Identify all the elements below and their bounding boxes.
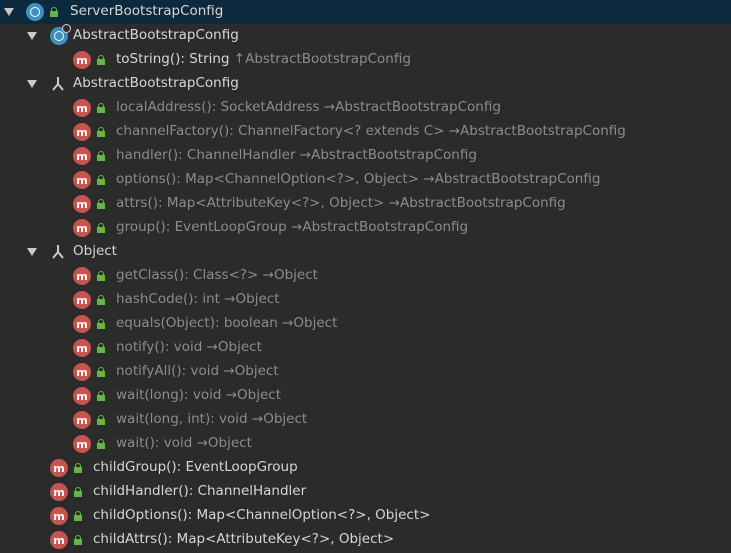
tree-method-row[interactable]: m hashCode(): int →Object — [0, 288, 731, 312]
lock-icon — [97, 367, 105, 377]
method-icon: m — [73, 219, 91, 237]
method-icon: m — [73, 195, 91, 213]
lock-icon — [74, 535, 82, 545]
group-label: AbstractBootstrapConfig — [73, 75, 239, 91]
lock-icon — [97, 271, 105, 281]
expand-arrow-icon[interactable] — [27, 80, 37, 88]
lock-icon — [97, 319, 105, 329]
tree-method-row[interactable]: m notifyAll(): void →Object — [0, 360, 731, 384]
expand-arrow-icon[interactable] — [27, 248, 37, 256]
lock-icon — [50, 7, 58, 17]
expand-arrow-icon[interactable] — [27, 32, 37, 40]
method-icon: m — [50, 507, 68, 525]
tree-method-row[interactable]: m channelFactory(): ChannelFactory<? ext… — [0, 120, 731, 144]
tree-group-row[interactable]: Object — [0, 240, 731, 264]
tree-method-row[interactable]: m attrs(): Map<AttributeKey<?>, Object> … — [0, 192, 731, 216]
method-icon: m — [73, 99, 91, 117]
method-label: options(): Map<ChannelOption<?>, Object>… — [116, 171, 601, 187]
method-icon: m — [73, 291, 91, 309]
method-label: hashCode(): int →Object — [116, 291, 280, 307]
tree-method-row[interactable]: m childGroup(): EventLoopGroup — [0, 456, 731, 480]
lock-icon — [97, 55, 105, 65]
lock-icon — [97, 127, 105, 137]
abstract-class-icon — [50, 24, 71, 45]
inherited-members-icon — [51, 244, 65, 260]
group-label: Object — [73, 243, 117, 259]
method-label: childOptions(): Map<ChannelOption<?>, Ob… — [93, 507, 431, 523]
tree-method-row[interactable]: m childHandler(): ChannelHandler — [0, 480, 731, 504]
tree-method-row[interactable]: m childAttrs(): Map<AttributeKey<?>, Obj… — [0, 528, 731, 552]
lock-icon — [97, 343, 105, 353]
lock-icon — [97, 175, 105, 185]
tree-method-row[interactable]: m notify(): void →Object — [0, 336, 731, 360]
method-icon: m — [73, 267, 91, 285]
method-label: getClass(): Class<?> →Object — [116, 267, 318, 283]
group-label: AbstractBootstrapConfig — [73, 27, 239, 43]
lock-icon — [97, 223, 105, 233]
method-icon: m — [73, 363, 91, 381]
tree-group-row[interactable]: AbstractBootstrapConfig — [0, 72, 731, 96]
method-label: notify(): void →Object — [116, 339, 262, 355]
method-icon: m — [50, 483, 68, 501]
method-label: childHandler(): ChannelHandler — [93, 483, 307, 499]
lock-icon — [97, 415, 105, 425]
method-icon: m — [73, 147, 91, 165]
method-icon: m — [73, 123, 91, 141]
expand-arrow-icon[interactable] — [4, 8, 14, 16]
lock-icon — [97, 103, 105, 113]
method-icon: m — [73, 411, 91, 429]
method-icon: m — [73, 387, 91, 405]
method-label: childGroup(): EventLoopGroup — [93, 459, 298, 475]
lock-icon — [97, 151, 105, 161]
method-label: group(): EventLoopGroup →AbstractBootstr… — [116, 219, 469, 235]
method-icon: m — [73, 51, 91, 69]
tree-root-row[interactable]: c ServerBootstrapConfig — [0, 0, 731, 24]
method-label: channelFactory(): ChannelFactory<? exten… — [116, 123, 626, 139]
tree-group-row[interactable]: AbstractBootstrapConfig — [0, 24, 731, 48]
tree-method-row[interactable]: m options(): Map<ChannelOption<?>, Objec… — [0, 168, 731, 192]
class-icon: c — [26, 3, 44, 21]
method-label: attrs(): Map<AttributeKey<?>, Object> →A… — [116, 195, 566, 211]
method-label: wait(long): void →Object — [116, 387, 282, 403]
inherited-members-icon — [51, 76, 65, 92]
method-icon: m — [50, 459, 68, 477]
method-label: wait(): void →Object — [116, 435, 252, 451]
method-icon: m — [73, 171, 91, 189]
tree-method-row[interactable]: m group(): EventLoopGroup →AbstractBoots… — [0, 216, 731, 240]
lock-icon — [74, 463, 82, 473]
tree-method-row[interactable]: m equals(Object): boolean →Object — [0, 312, 731, 336]
method-label: childAttrs(): Map<AttributeKey<?>, Objec… — [93, 531, 395, 547]
tree-method-row[interactable]: m toString(): String ↑AbstractBootstrapC… — [0, 48, 731, 72]
lock-icon — [97, 199, 105, 209]
method-label: notifyAll(): void →Object — [116, 363, 279, 379]
tree-method-row[interactable]: m getClass(): Class<?> →Object — [0, 264, 731, 288]
lock-icon — [97, 391, 105, 401]
lock-icon — [97, 295, 105, 305]
method-label: handler(): ChannelHandler →AbstractBoots… — [116, 147, 477, 163]
method-label: wait(long, int): void →Object — [116, 411, 308, 427]
method-label: localAddress(): SocketAddress →AbstractB… — [116, 99, 501, 115]
lock-icon — [74, 487, 82, 497]
method-label: toString(): String ↑AbstractBootstrapCon… — [116, 51, 411, 67]
tree-method-row[interactable]: m wait(): void →Object — [0, 432, 731, 456]
tree-method-row[interactable]: m handler(): ChannelHandler →AbstractBoo… — [0, 144, 731, 168]
structure-tree: c ServerBootstrapConfig AbstractBootstra… — [0, 0, 731, 553]
method-icon: m — [73, 315, 91, 333]
method-icon: m — [73, 339, 91, 357]
tree-method-row[interactable]: m childOptions(): Map<ChannelOption<?>, … — [0, 504, 731, 528]
tree-method-row[interactable]: m localAddress(): SocketAddress →Abstrac… — [0, 96, 731, 120]
lock-icon — [97, 439, 105, 449]
tree-method-row[interactable]: m wait(long): void →Object — [0, 384, 731, 408]
method-icon: m — [50, 531, 68, 549]
method-icon: m — [73, 435, 91, 453]
lock-icon — [74, 511, 82, 521]
method-label: equals(Object): boolean →Object — [116, 315, 338, 331]
root-class-label: ServerBootstrapConfig — [70, 3, 224, 19]
tree-method-row[interactable]: m wait(long, int): void →Object — [0, 408, 731, 432]
